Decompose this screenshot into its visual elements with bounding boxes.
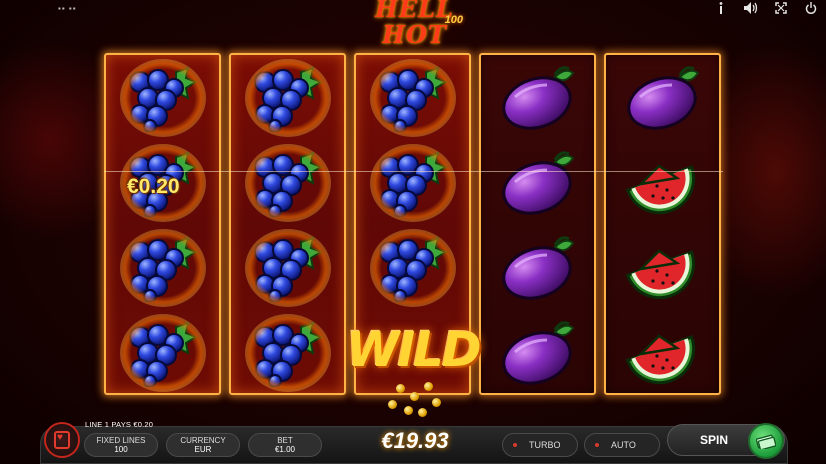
grapes-symbol bbox=[231, 55, 344, 140]
reel-2 bbox=[229, 53, 346, 395]
spin-label: SPIN bbox=[700, 433, 729, 447]
game-logo: HELL HOT 100 bbox=[352, 0, 477, 48]
logo-subtitle: 100 bbox=[444, 14, 463, 26]
sound-icon[interactable] bbox=[744, 1, 758, 15]
grapes-symbol bbox=[231, 225, 344, 310]
plum-symbol bbox=[606, 55, 719, 140]
power-icon[interactable] bbox=[804, 1, 818, 15]
bet-title: BET bbox=[277, 436, 293, 445]
reel-4 bbox=[479, 53, 596, 395]
bet-value: €1.00 bbox=[274, 445, 296, 454]
fixed-lines-display: FIXED LINES 100 bbox=[84, 433, 158, 457]
paytable-icon bbox=[54, 431, 70, 449]
line-pays-text: LINE 1 PAYS €0.20 bbox=[85, 420, 154, 429]
currency-title: CURRENCY bbox=[180, 436, 226, 445]
bet-selector[interactable]: BET €1.00 bbox=[248, 433, 322, 457]
balance-display: €19.93 bbox=[381, 428, 449, 453]
menu-dots-icon[interactable]: ▪▪ ▪▪ bbox=[58, 4, 77, 13]
auto-label: AUTO bbox=[611, 440, 636, 450]
info-icon[interactable] bbox=[714, 1, 728, 15]
turbo-indicator-icon bbox=[513, 443, 517, 447]
grapes-symbol bbox=[231, 310, 344, 395]
plum-symbol bbox=[481, 140, 594, 225]
plum-symbol bbox=[481, 55, 594, 140]
spin-cash-icon[interactable] bbox=[748, 423, 784, 459]
reel-5 bbox=[604, 53, 721, 395]
top-toolbar bbox=[714, 0, 818, 16]
watermelon-symbol bbox=[606, 310, 719, 395]
game-menu-button[interactable] bbox=[44, 422, 80, 458]
coin-burst bbox=[376, 378, 456, 418]
wild-symbol: WILD bbox=[346, 322, 481, 378]
grapes-symbol bbox=[356, 225, 469, 310]
watermelon-symbol bbox=[606, 225, 719, 310]
turbo-toggle[interactable]: TURBO bbox=[502, 433, 578, 457]
currency-value: EUR bbox=[194, 445, 212, 454]
payline-indicator bbox=[104, 171, 723, 172]
grapes-symbol bbox=[106, 55, 219, 140]
plum-symbol bbox=[481, 225, 594, 310]
reel-1 bbox=[104, 53, 221, 395]
currency-selector[interactable]: CURRENCY EUR bbox=[166, 433, 240, 457]
auto-toggle[interactable]: AUTO bbox=[584, 433, 660, 457]
watermelon-symbol bbox=[606, 140, 719, 225]
turbo-label: TURBO bbox=[529, 440, 561, 450]
grapes-symbol bbox=[356, 140, 469, 225]
win-amount-label: €0.20 bbox=[127, 175, 180, 198]
grapes-symbol bbox=[106, 225, 219, 310]
grapes-symbol bbox=[231, 140, 344, 225]
fixed-lines-title: FIXED LINES bbox=[96, 436, 146, 445]
fixed-lines-value: 100 bbox=[114, 445, 128, 454]
auto-indicator-icon bbox=[595, 443, 599, 447]
grapes-symbol bbox=[356, 55, 469, 140]
plum-symbol bbox=[481, 310, 594, 395]
fullscreen-icon[interactable] bbox=[774, 1, 788, 15]
grapes-symbol bbox=[106, 310, 219, 395]
